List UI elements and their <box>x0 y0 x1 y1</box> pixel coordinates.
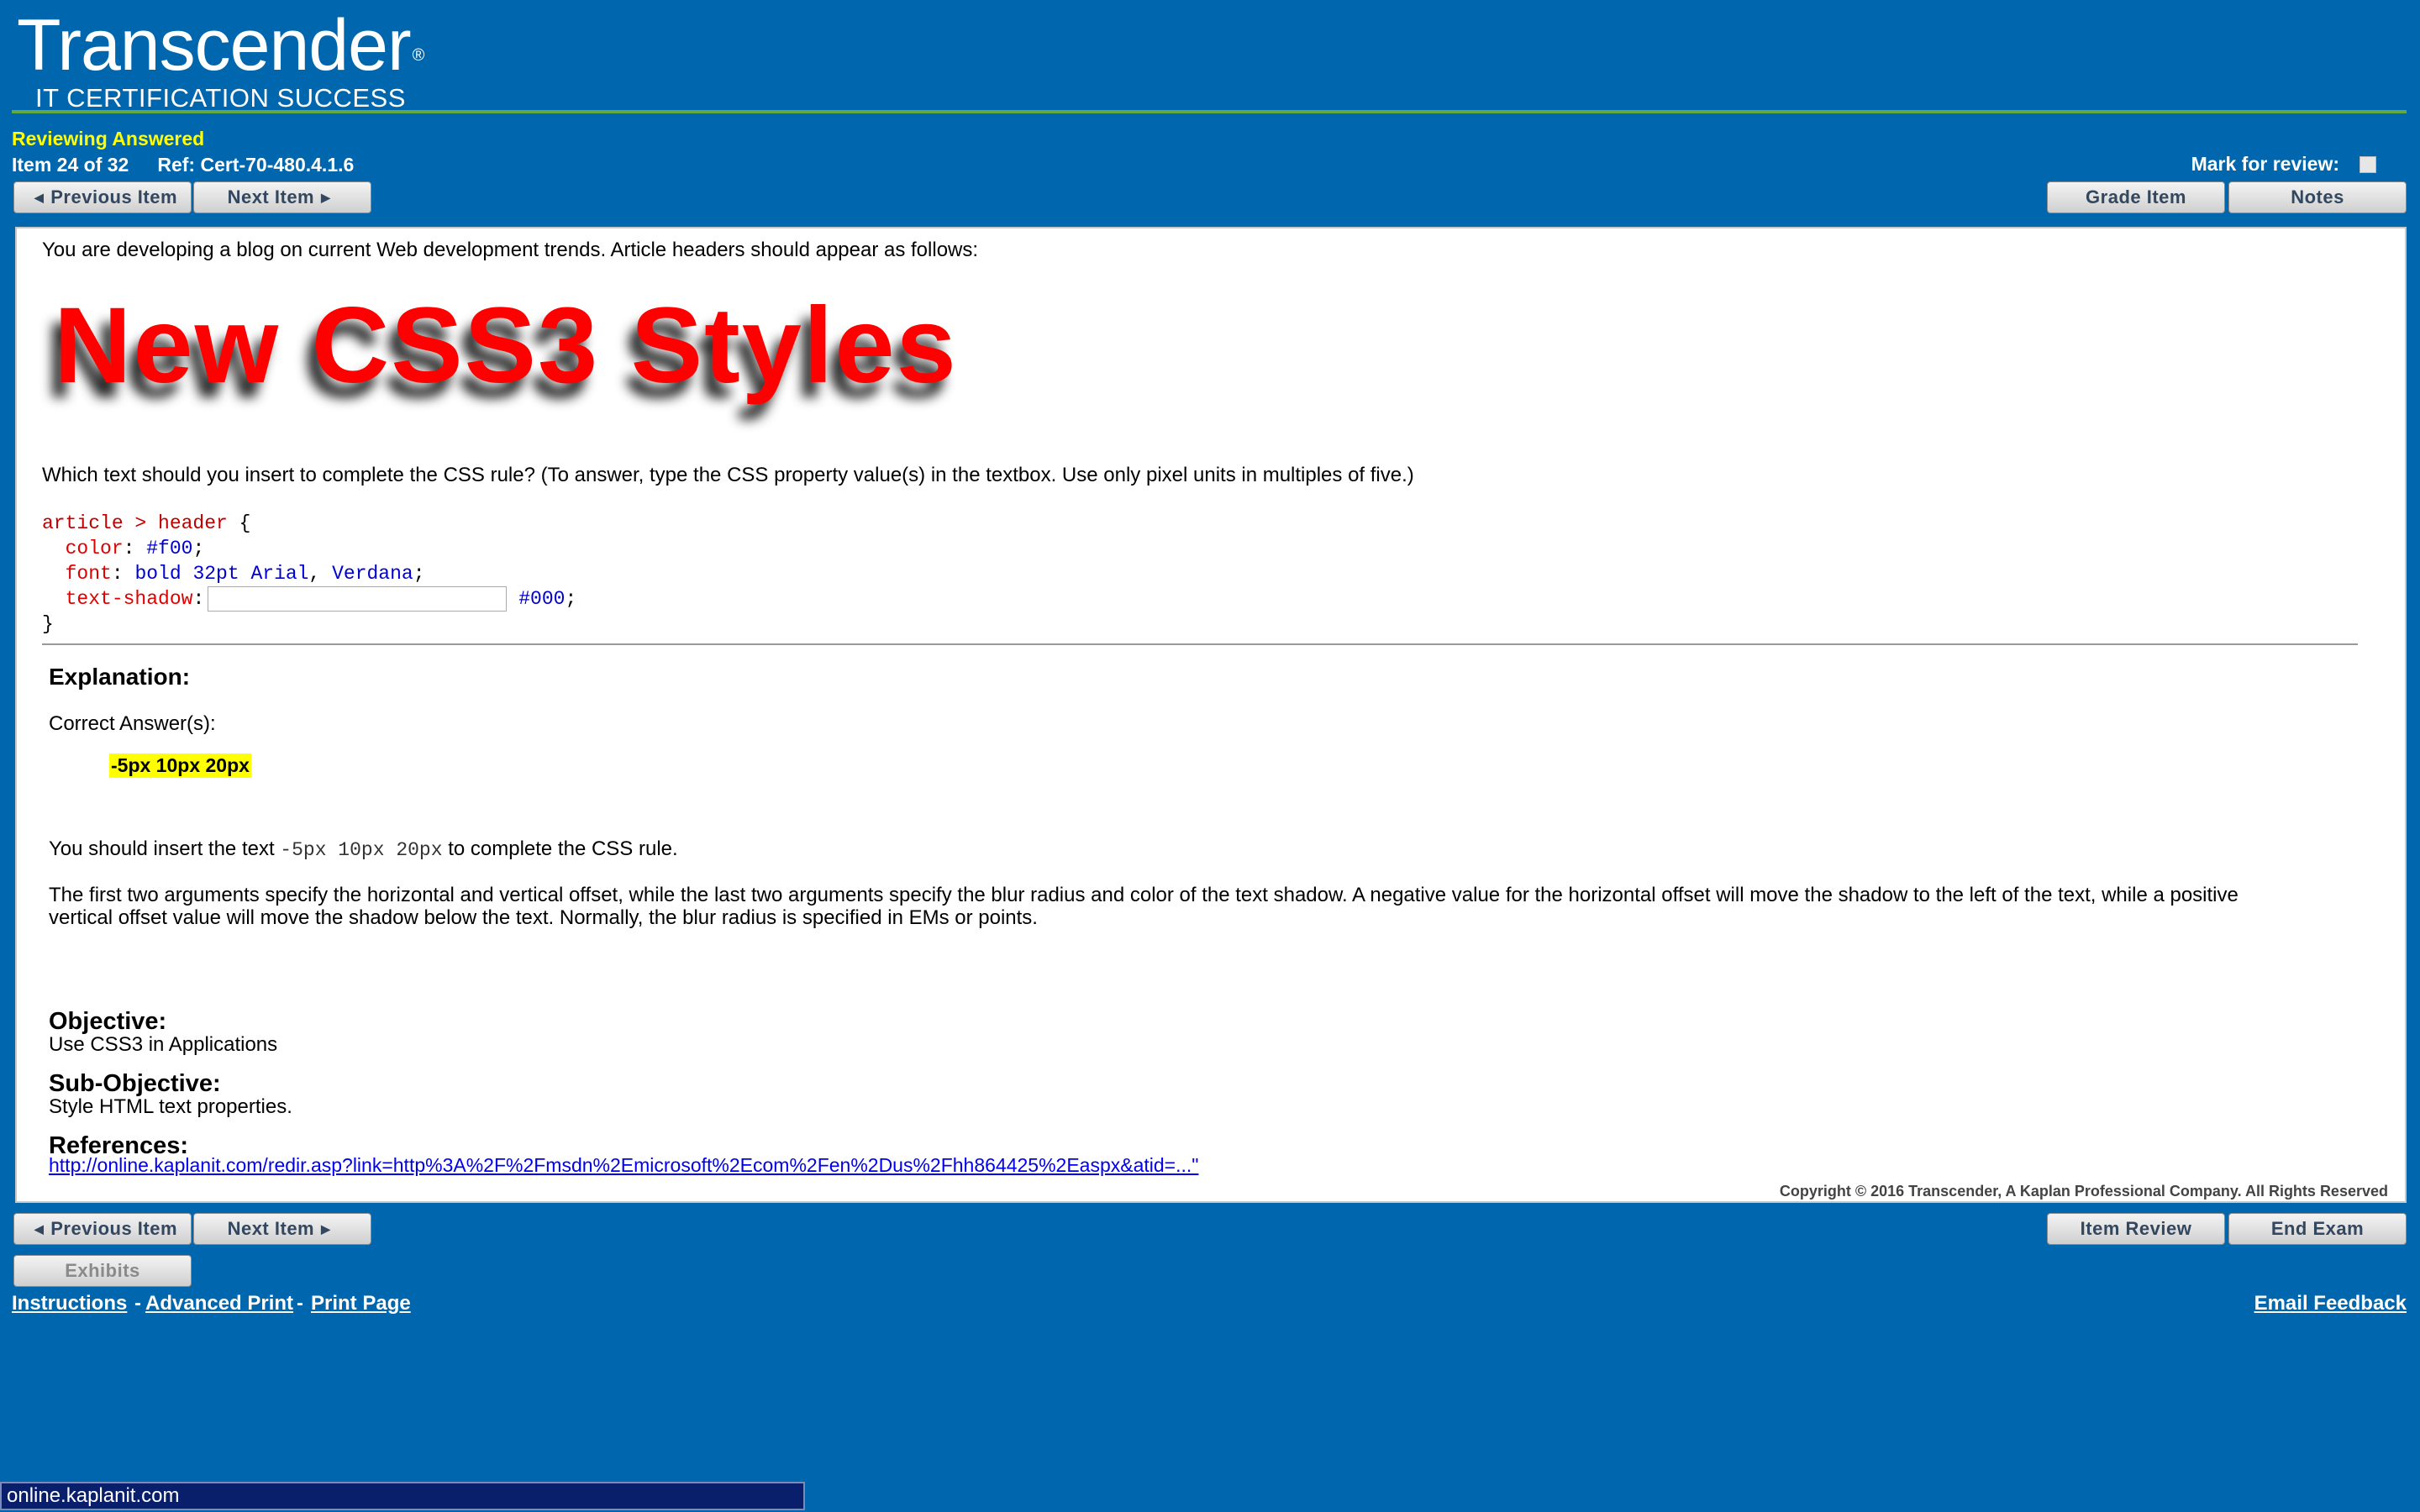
subobjective-text: Style HTML text properties. <box>49 1095 292 1118</box>
mark-for-review-checkbox[interactable] <box>2360 155 2376 173</box>
review-mode-status: Reviewing Answered <box>12 128 205 150</box>
previous-item-label: Previous Item <box>50 1218 178 1239</box>
copyright-notice: Copyright © 2016 Transcender, A Kaplan P… <box>1779 1183 2388 1200</box>
code-font-val1: bold 32pt Arial <box>134 563 309 585</box>
correct-answer-label: Correct Answer(s): <box>49 712 216 735</box>
css-code-block: article > header { color: #f00; font: bo… <box>42 512 577 636</box>
advanced-print-link[interactable]: Advanced Print <box>145 1292 293 1315</box>
para1-lead: You should insert the text <box>49 837 281 860</box>
code-shadow-prop: text-shadow <box>65 588 193 611</box>
logo-registered-mark: ® <box>412 46 425 65</box>
explanation-paragraph-2: The first two arguments specify the hori… <box>49 884 2238 929</box>
arrow-left-icon: ◀ <box>34 190 45 204</box>
explanation-heading: Explanation: <box>49 664 191 690</box>
para1-tail: to complete the CSS rule. <box>442 837 678 860</box>
code-color-prop: color <box>65 538 124 559</box>
notes-button[interactable]: Notes <box>2228 181 2407 213</box>
item-info: Item 24 of 32 Ref: Cert-70-480.4.1.6 <box>12 154 354 176</box>
link-separator: - <box>297 1292 303 1315</box>
item-review-button[interactable]: Item Review <box>2047 1213 2225 1245</box>
end-exam-button[interactable]: End Exam <box>2228 1213 2407 1245</box>
link-separator: - <box>134 1292 141 1315</box>
correct-answer-value: -5px 10px 20px <box>109 753 251 778</box>
mark-for-review: Mark for review: <box>2191 153 2376 176</box>
next-item-button[interactable]: Next Item ▶ <box>193 181 371 213</box>
code-font-val2: Verdana <box>332 563 413 585</box>
previous-item-label: Previous Item <box>50 186 178 207</box>
item-counter: Item 24 of 32 <box>12 154 129 176</box>
instructions-link[interactable]: Instructions <box>12 1292 127 1315</box>
exhibits-button[interactable]: Exhibits <box>13 1255 192 1287</box>
explanation-divider <box>42 643 2358 645</box>
arrow-right-icon: ▶ <box>321 190 331 204</box>
header-divider <box>12 110 2407 113</box>
para1-code: -5px 10px 20px <box>280 839 443 861</box>
code-shadow-color: #000 <box>518 588 566 611</box>
question-panel: You are developing a blog on current Web… <box>15 227 2407 1203</box>
code-color-val: #f00 <box>146 538 193 559</box>
question-intro: You are developing a blog on current Web… <box>42 239 979 261</box>
sample-heading-image: New CSS3 Styles <box>42 274 983 408</box>
objective-heading: Objective: <box>49 1008 167 1035</box>
explanation-paragraph-1: You should insert the text -5px 10px 20p… <box>49 837 678 861</box>
logo-wordmark: Transcender <box>17 5 412 86</box>
objective-text: Use CSS3 in Applications <box>49 1033 278 1056</box>
item-reference: Ref: Cert-70-480.4.1.6 <box>157 154 355 176</box>
transcender-logo: Transcender ® IT CERTIFICATION SUCCESS <box>17 5 425 113</box>
code-font-prop: font <box>65 563 112 585</box>
question-prompt: Which text should you insert to complete… <box>42 464 1414 486</box>
previous-item-button[interactable]: ◀ Previous Item <box>13 181 192 213</box>
mark-for-review-label: Mark for review: <box>2191 153 2339 175</box>
next-item-label: Next Item <box>227 186 315 207</box>
reference-link[interactable]: http://online.kaplanit.com/redir.asp?lin… <box>49 1154 1198 1177</box>
arrow-right-icon: ▶ <box>321 1221 331 1236</box>
grade-item-button[interactable]: Grade Item <box>2047 181 2225 213</box>
arrow-left-icon: ◀ <box>34 1221 45 1236</box>
logo-tagline: IT CERTIFICATION SUCCESS <box>35 83 406 113</box>
email-feedback-link[interactable]: Email Feedback <box>2254 1292 2407 1315</box>
code-close-brace: } <box>42 613 54 636</box>
next-item-button-bottom[interactable]: Next Item ▶ <box>193 1213 371 1245</box>
sample-heading-text: New CSS3 Styles <box>54 286 958 406</box>
next-item-label: Next Item <box>227 1218 315 1239</box>
previous-item-button-bottom[interactable]: ◀ Previous Item <box>13 1213 192 1245</box>
code-open-brace: { <box>227 512 251 534</box>
print-page-link[interactable]: Print Page <box>311 1292 411 1315</box>
subobjective-heading: Sub-Objective: <box>49 1070 221 1097</box>
code-selector: article > header <box>42 512 228 534</box>
text-shadow-answer-input[interactable] <box>208 586 508 612</box>
browser-status-bar: online.kaplanit.com <box>0 1482 805 1510</box>
